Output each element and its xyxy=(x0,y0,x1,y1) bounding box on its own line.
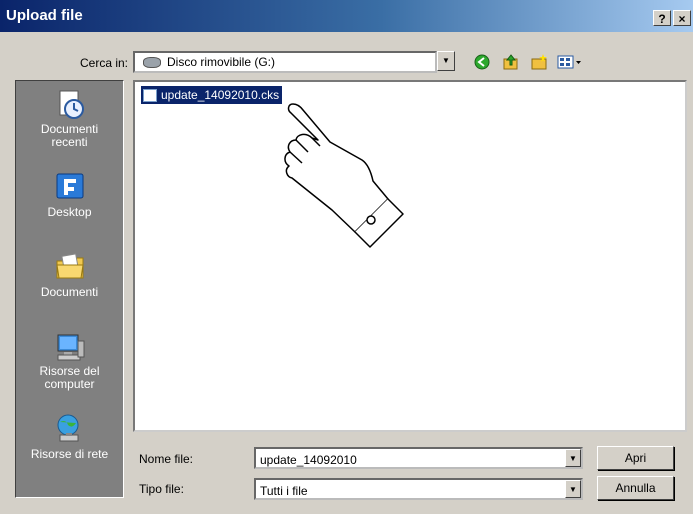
help-button[interactable]: ? xyxy=(653,10,671,26)
drive-icon xyxy=(143,57,161,68)
place-label-recent: Documenti recenti xyxy=(40,122,99,149)
close-button[interactable]: × xyxy=(673,10,691,26)
filename-label: Nome file: xyxy=(139,452,194,466)
back-icon[interactable] xyxy=(473,53,491,71)
network-icon xyxy=(54,413,86,445)
place-my-computer[interactable]: Risorse del computer xyxy=(16,331,123,391)
new-folder-icon[interactable] xyxy=(530,53,548,71)
view-menu-icon[interactable] xyxy=(557,53,583,71)
my-computer-icon xyxy=(54,331,86,363)
file-list[interactable]: update_14092010.cks xyxy=(133,80,687,432)
list-item[interactable]: update_14092010.cks xyxy=(141,86,283,104)
filename-field[interactable]: update_14092010 ▼ xyxy=(254,447,583,469)
recent-documents-icon xyxy=(54,89,86,121)
place-label-network: Risorse di rete xyxy=(30,447,109,461)
chevron-down-icon[interactable]: ▼ xyxy=(437,51,455,71)
lookin-label: Cerca in: xyxy=(80,56,129,70)
documents-folder-icon xyxy=(54,251,86,283)
filetype-label: Tipo file: xyxy=(139,482,184,496)
file-icon xyxy=(143,88,157,102)
open-button[interactable]: Apri xyxy=(597,446,674,470)
lookin-combo[interactable]: Disco rimovibile (G:) ▼ xyxy=(133,51,455,73)
filename-value: update_14092010 xyxy=(260,453,357,467)
chevron-down-icon[interactable]: ▼ xyxy=(565,449,581,467)
place-documents[interactable]: Documenti xyxy=(16,251,123,299)
place-desktop[interactable]: Desktop xyxy=(16,171,123,219)
place-label-my-computer: Risorse del computer xyxy=(39,364,100,391)
cancel-button[interactable]: Annulla xyxy=(597,476,674,500)
window-title: Upload file xyxy=(6,7,83,24)
title-bar: Upload file ? × xyxy=(0,0,693,32)
up-folder-icon[interactable] xyxy=(502,53,520,71)
file-name: update_14092010.cks xyxy=(161,88,280,102)
place-recent-documents[interactable]: Documenti recenti xyxy=(16,89,123,149)
chevron-down-icon[interactable]: ▼ xyxy=(565,480,581,498)
filetype-value: Tutti i file xyxy=(260,484,308,498)
filetype-select[interactable]: Tutti i file ▼ xyxy=(254,478,583,500)
places-bar: Documenti recenti Desktop Documenti Riso… xyxy=(15,80,124,498)
lookin-value: Disco rimovibile (G:) xyxy=(167,55,276,69)
place-label-desktop: Desktop xyxy=(47,205,92,219)
place-network[interactable]: Risorse di rete xyxy=(16,413,123,461)
place-label-documents: Documenti xyxy=(40,285,99,299)
desktop-icon xyxy=(54,171,86,203)
